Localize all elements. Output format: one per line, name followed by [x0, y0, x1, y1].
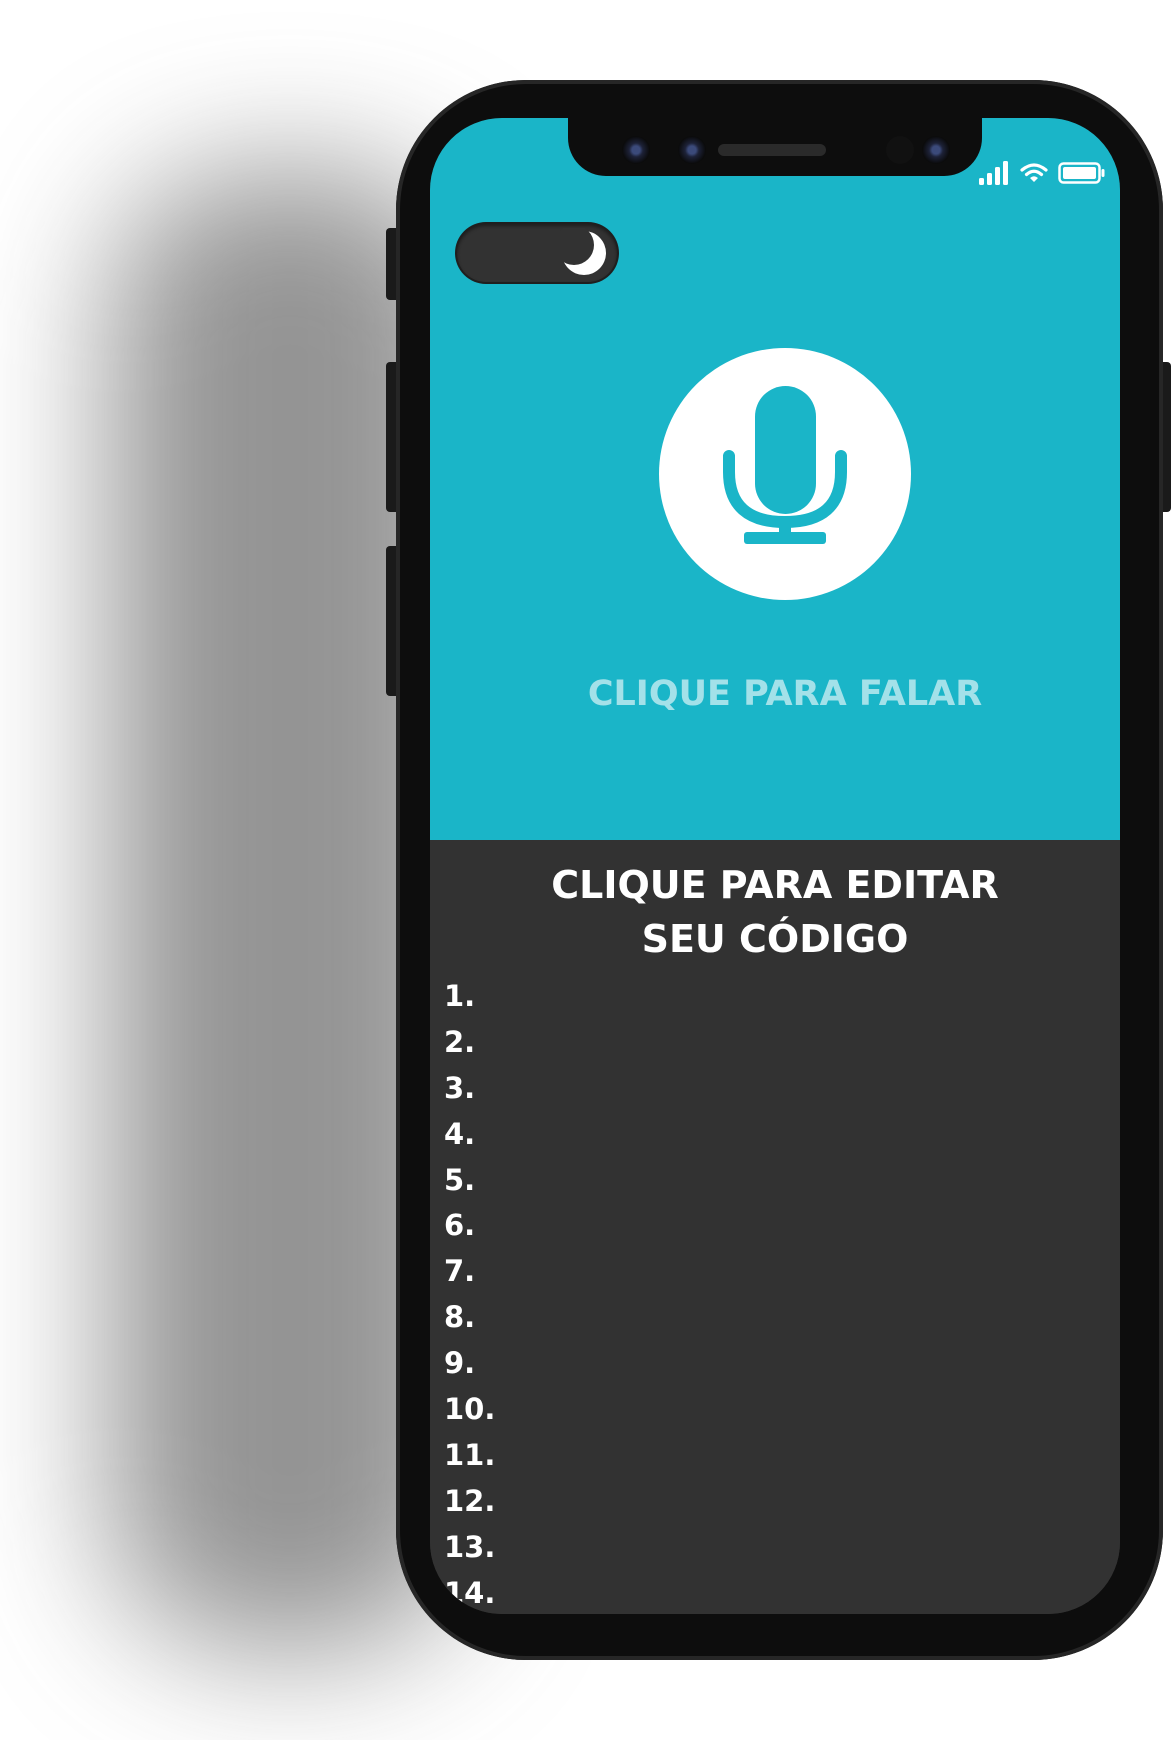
phone-frame: CLIQUE PARA FALAR CLIQUE PARA EDITAR SEU…	[396, 80, 1163, 1660]
camera-lens-left	[622, 136, 650, 164]
line-number: 13.	[444, 1529, 496, 1564]
moon-icon	[559, 228, 606, 275]
microphone-button[interactable]	[659, 348, 911, 600]
line-number: 6.	[444, 1208, 476, 1243]
line-number: 12.	[444, 1483, 496, 1518]
speak-prompt[interactable]: CLIQUE PARA FALAR	[430, 674, 1120, 714]
line-number: 4.	[444, 1116, 476, 1151]
line-number: 5.	[444, 1162, 476, 1197]
edit-title-line-2: SEU CÓDIGO	[641, 917, 909, 961]
line-number: 8.	[444, 1300, 476, 1335]
line-number: 7.	[444, 1254, 476, 1289]
line-number: 14.	[444, 1575, 496, 1610]
signal-bars-icon	[979, 161, 1008, 185]
earpiece-speaker	[718, 144, 826, 156]
line-number: 10.	[444, 1392, 496, 1427]
mockup-stage: CLIQUE PARA FALAR CLIQUE PARA EDITAR SEU…	[0, 0, 1171, 1740]
microphone-icon	[723, 386, 847, 544]
line-number: 3.	[444, 1070, 476, 1105]
notch	[568, 118, 982, 176]
front-camera	[922, 136, 950, 164]
dark-mode-toggle[interactable]	[457, 224, 617, 282]
status-bar	[978, 160, 1106, 186]
camera-lens-second	[678, 136, 706, 164]
proximity-sensor	[886, 136, 914, 164]
wifi-icon	[1020, 163, 1048, 182]
line-number: 2.	[444, 1024, 476, 1059]
edit-title-line-1: CLIQUE PARA EDITAR	[551, 863, 999, 907]
line-number: 1.	[444, 979, 476, 1013]
battery-icon	[1058, 162, 1105, 184]
phone-screen: CLIQUE PARA FALAR CLIQUE PARA EDITAR SEU…	[430, 118, 1120, 1614]
code-editor-panel: CLIQUE PARA EDITAR SEU CÓDIGO 1. 2. 3. 4. 5.…	[430, 840, 1120, 1614]
line-number-gutter: 1. 2. 3. 4. 5. 6. 7. 8. 9. 10. 11. 12. 13. 14.	[444, 974, 495, 1614]
voice-panel: CLIQUE PARA FALAR	[430, 118, 1120, 840]
line-number: 9.	[444, 1346, 476, 1381]
line-number: 11.	[444, 1437, 496, 1472]
edit-code-title[interactable]: CLIQUE PARA EDITAR SEU CÓDIGO	[430, 858, 1120, 966]
